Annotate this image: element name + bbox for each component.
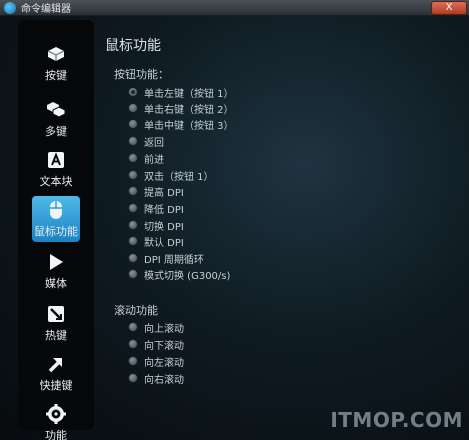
text-block-icon [45, 150, 67, 170]
radio-option[interactable]: 单击中键（按钮 3） [128, 116, 234, 132]
sidebar-item-label: 媒体 [45, 277, 67, 290]
window-title: 命令编辑器 [21, 4, 71, 15]
radio-button[interactable] [128, 269, 138, 279]
radio-label: 默认 DPI [144, 237, 184, 249]
sidebar-item-function[interactable]: 功能 [18, 400, 94, 440]
radio-option[interactable]: 向下滚动 [128, 336, 184, 352]
sidebar-item-key[interactable]: 按键 [18, 40, 94, 86]
sidebar-item-text-block[interactable]: 文本块 [18, 146, 94, 192]
radio-button[interactable] [128, 153, 138, 163]
sidebar-item-label: 功能 [45, 429, 67, 440]
radio-label: 前进 [144, 154, 164, 166]
sidebar-item-label: 鼠标功能 [34, 225, 78, 238]
radio-button[interactable] [128, 119, 138, 129]
radio-label: 单击左键（按钮 1） [144, 88, 234, 100]
radio-option[interactable]: 向上滚动 [128, 319, 184, 335]
radio-button[interactable] [128, 373, 138, 383]
radio-button[interactable] [128, 186, 138, 196]
radio-label: DPI 周期循环 [144, 254, 204, 266]
radio-button[interactable] [128, 136, 138, 146]
radio-label: 向上滚动 [144, 323, 184, 335]
radio-option[interactable]: 双击（按钮 1） [128, 167, 214, 183]
app-icon [4, 1, 16, 14]
radio-label: 切换 DPI [144, 221, 184, 233]
sidebar-item-label: 按键 [45, 69, 67, 82]
title-bar: 命令编辑器 X [0, 0, 469, 16]
sidebar-item-label: 多键 [45, 125, 67, 138]
radio-option[interactable]: DPI 周期循环 [128, 250, 204, 266]
radio-label: 向右滚动 [144, 374, 184, 386]
close-button[interactable]: X [431, 1, 467, 15]
radio-option[interactable]: 单击右键（按钮 2） [128, 100, 234, 116]
radio-option[interactable]: 降低 DPI [128, 200, 184, 216]
radio-option[interactable]: 单击左键（按钮 1） [128, 84, 234, 100]
sidebar-item-media[interactable]: 媒体 [18, 248, 94, 294]
radio-option[interactable]: 提高 DPI [128, 183, 184, 199]
radio-button[interactable] [128, 253, 138, 263]
radio-option[interactable]: 返回 [128, 133, 164, 149]
radio-label: 提高 DPI [144, 187, 184, 199]
sidebar-item-multi-key[interactable]: 多键 [18, 96, 94, 142]
radio-label: 降低 DPI [144, 204, 184, 216]
watermark: ITMOP.COM [330, 408, 463, 432]
sidebar-item-mouse[interactable]: 鼠标功能 [18, 196, 94, 242]
radio-button[interactable] [128, 356, 138, 366]
radio-button[interactable] [128, 236, 138, 246]
radio-button[interactable] [128, 170, 138, 180]
sidebar-item-label: 文本块 [39, 175, 73, 188]
sidebar-item-label: 热键 [45, 329, 67, 342]
hotkey-icon [45, 304, 67, 324]
mouse-icon [45, 200, 67, 220]
radio-label: 单击右键（按钮 2） [144, 104, 234, 116]
sidebar-item-label: 快捷键 [39, 379, 73, 392]
radio-button[interactable] [128, 339, 138, 349]
radio-button[interactable] [128, 220, 138, 230]
shortcut-arrow-icon [45, 354, 67, 374]
sidebar-item-hotkey[interactable]: 热键 [18, 300, 94, 346]
radio-button[interactable] [128, 103, 138, 113]
sidebar: 按键 多键 文本块 鼠标功能 媒体 热键 快捷键 功能 [18, 20, 94, 440]
radio-label: 返回 [144, 137, 164, 149]
radio-option[interactable]: 默认 DPI [128, 233, 184, 249]
multi-key-icon [45, 100, 67, 120]
page-title: 鼠标功能 [105, 38, 161, 54]
radio-label: 模式切换 (G300/s) [144, 270, 231, 282]
radio-option[interactable]: 模式切换 (G300/s) [128, 266, 230, 282]
function-gear-icon [45, 404, 67, 424]
radio-label: 向下滚动 [144, 340, 184, 352]
play-icon [45, 252, 67, 272]
radio-option[interactable]: 向右滚动 [128, 370, 184, 386]
radio-button[interactable] [128, 87, 138, 97]
radio-option[interactable]: 切换 DPI [128, 217, 184, 233]
radio-option[interactable]: 前进 [128, 150, 164, 166]
button-section-label: 按钮功能： [114, 68, 169, 81]
radio-label: 双击（按钮 1） [144, 171, 214, 183]
radio-label: 单击中键（按钮 3） [144, 120, 234, 132]
key-icon [45, 44, 67, 64]
radio-button[interactable] [128, 203, 138, 213]
radio-option[interactable]: 向左滚动 [128, 353, 184, 369]
scroll-section-label: 滚动功能 [114, 304, 158, 317]
sidebar-item-shortcut[interactable]: 快捷键 [18, 350, 94, 396]
radio-button[interactable] [128, 322, 138, 332]
radio-label: 向左滚动 [144, 357, 184, 369]
